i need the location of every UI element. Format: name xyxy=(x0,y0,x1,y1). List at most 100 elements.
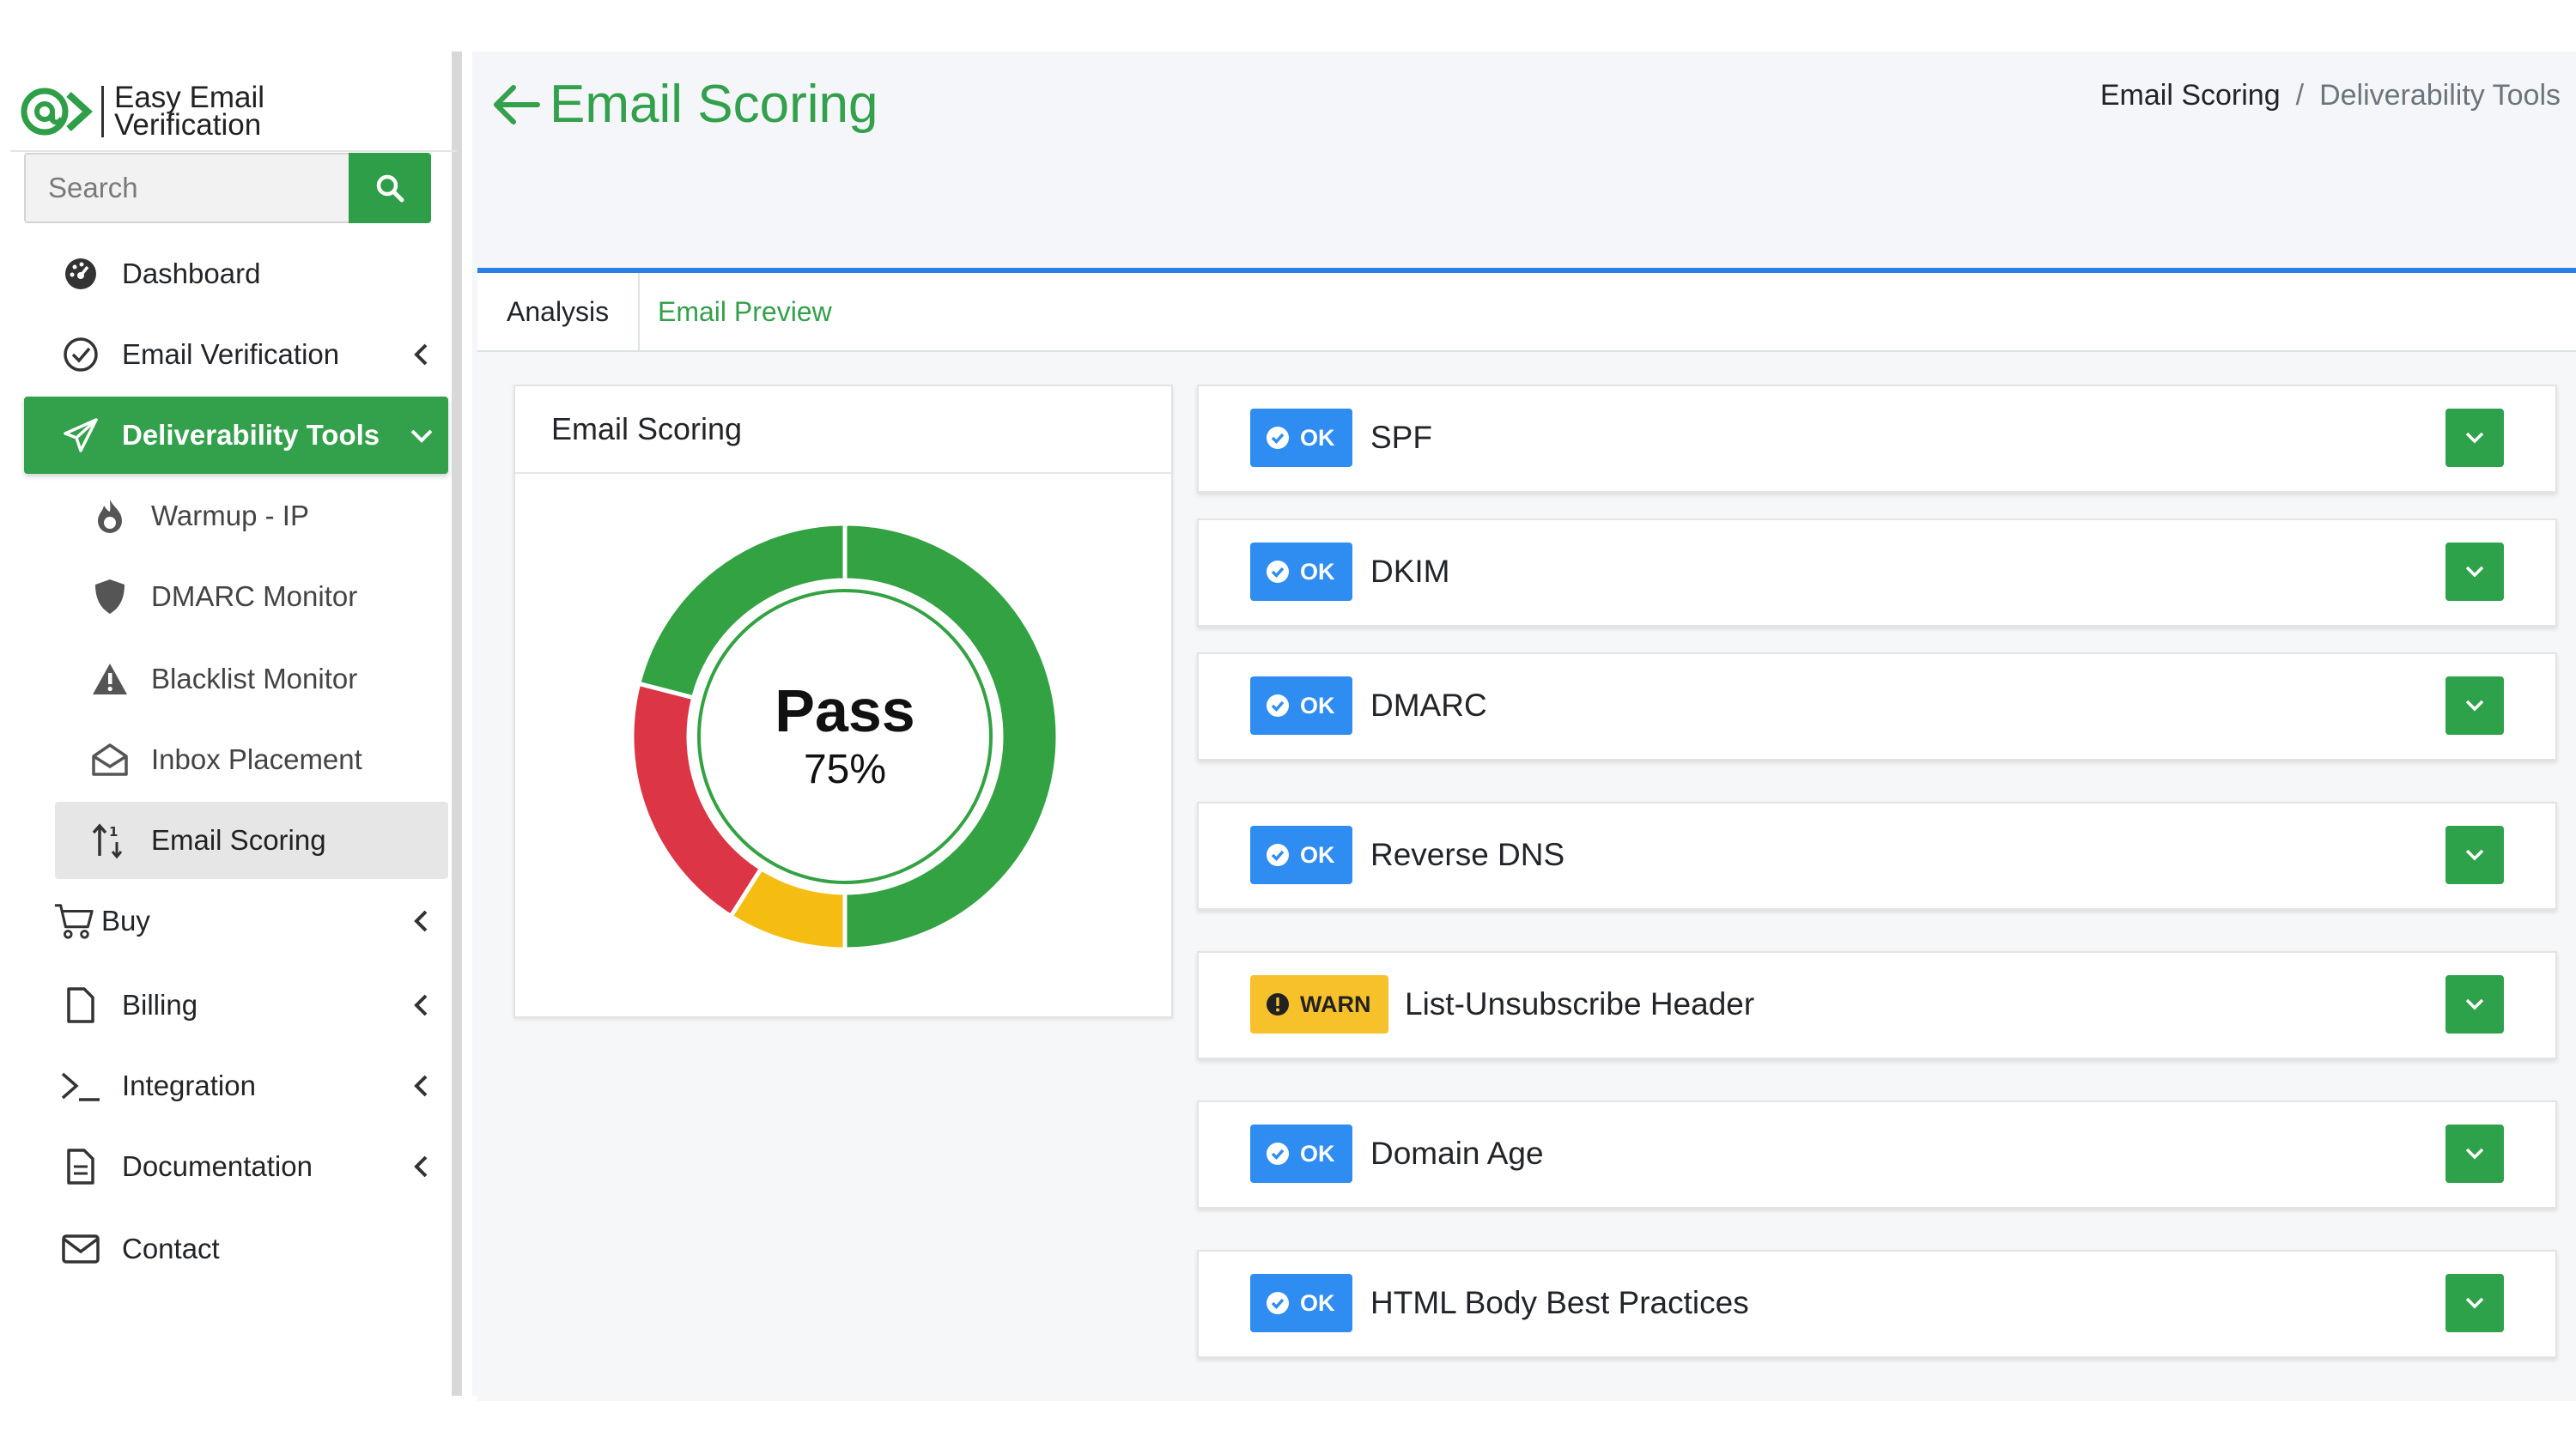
sidebar-item-label: Buy xyxy=(101,905,150,937)
status-badge: OK xyxy=(1250,409,1352,467)
envelope-open-icon xyxy=(89,739,131,780)
check-row-domain-age[interactable]: OK Domain Age xyxy=(1197,1100,2557,1209)
sidebar-item-documentation[interactable]: Documentation xyxy=(24,1128,448,1205)
document-icon xyxy=(60,1146,101,1187)
check-label: DKIM xyxy=(1370,554,1450,589)
breadcrumb-item[interactable]: Email Scoring xyxy=(2100,79,2281,112)
check-circle-icon xyxy=(1267,694,1289,717)
expand-button[interactable] xyxy=(2445,676,2504,735)
file-icon xyxy=(60,985,101,1026)
sidebar-item-buy[interactable]: Buy xyxy=(24,882,448,960)
brand-name: Easy Email Verification xyxy=(114,82,264,142)
expand-button[interactable] xyxy=(2445,543,2504,601)
check-row-dmarc[interactable]: OK DMARC xyxy=(1197,652,2557,761)
status-text: OK xyxy=(1300,1140,1335,1167)
check-row-spf[interactable]: OK SPF xyxy=(1197,385,2557,493)
status-text: OK xyxy=(1300,424,1335,451)
check-label: List-Unsubscribe Header xyxy=(1405,986,1755,1022)
score-label: Pass 75% xyxy=(630,522,1060,951)
chevron-down-icon xyxy=(2465,566,2484,578)
expand-button[interactable] xyxy=(2445,1125,2504,1183)
sidebar-item-dmarc-monitor[interactable]: DMARC Monitor xyxy=(55,558,448,635)
score-percent: 75% xyxy=(803,747,887,792)
sidebar-item-inbox-placement[interactable]: Inbox Placement xyxy=(55,721,448,798)
search-input[interactable] xyxy=(24,153,349,223)
check-row-reverse-dns[interactable]: OK Reverse DNS xyxy=(1197,802,2557,910)
check-circle-icon xyxy=(1267,561,1289,583)
status-text: OK xyxy=(1300,558,1335,585)
status-badge: OK xyxy=(1250,543,1352,601)
sidebar-item-dashboard[interactable]: Dashboard xyxy=(24,235,448,312)
sidebar-item-email-scoring[interactable]: 1 Email Scoring xyxy=(55,802,448,879)
sidebar-item-label: Documentation xyxy=(122,1150,313,1182)
status-badge: OK xyxy=(1250,1274,1352,1332)
sidebar-item-warmup-ip[interactable]: Warmup - IP xyxy=(55,477,448,555)
check-row-dkim[interactable]: OK DKIM xyxy=(1197,518,2557,627)
score-card-title: Email Scoring xyxy=(515,386,1171,474)
expand-button[interactable] xyxy=(2445,409,2504,467)
check-label: Reverse DNS xyxy=(1370,837,1565,872)
brand-line-2: Verification xyxy=(114,108,262,142)
sidebar-item-billing[interactable]: Billing xyxy=(24,967,448,1044)
warning-triangle-icon xyxy=(89,658,131,700)
sidebar-item-label: Email Verification xyxy=(122,338,340,370)
expand-button[interactable] xyxy=(2445,975,2504,1034)
chevron-left-icon xyxy=(414,1155,428,1178)
chevron-down-icon xyxy=(2465,1297,2484,1309)
svg-text:1: 1 xyxy=(109,824,118,840)
sidebar-item-deliverability-tools[interactable]: Deliverability Tools xyxy=(24,397,448,474)
tab-bar: Analysis Email Preview xyxy=(477,273,2576,352)
expand-button[interactable] xyxy=(2445,826,2504,884)
shield-icon xyxy=(89,576,131,617)
status-badge: OK xyxy=(1250,676,1352,735)
sidebar-item-label: DMARC Monitor xyxy=(151,580,358,612)
exclamation-circle-icon xyxy=(1267,993,1289,1016)
sort-arrows-icon: 1 xyxy=(89,820,131,861)
fire-icon xyxy=(89,495,131,537)
search-button[interactable] xyxy=(349,153,431,223)
sidebar-item-email-verification[interactable]: Email Verification xyxy=(24,316,448,393)
sidebar-item-label: Dashboard xyxy=(122,258,261,289)
terminal-icon xyxy=(60,1065,101,1106)
sidebar: Easy Email Verification Dashboard Email … xyxy=(0,52,462,1396)
status-text: OK xyxy=(1300,841,1335,868)
sidebar-item-label: Integration xyxy=(122,1070,256,1101)
sidebar-item-label: Deliverability Tools xyxy=(122,419,380,451)
check-circle-icon xyxy=(60,334,101,375)
back-arrow-icon[interactable] xyxy=(489,79,541,130)
chevron-down-icon xyxy=(2465,700,2484,712)
sidebar-item-label: Email Scoring xyxy=(151,824,326,856)
chevron-down-icon xyxy=(2465,849,2484,861)
chevron-left-icon xyxy=(414,994,428,1016)
status-badge: WARN xyxy=(1250,975,1388,1034)
check-row-html-body[interactable]: OK HTML Body Best Practices xyxy=(1197,1250,2557,1358)
brand-logo[interactable]: Easy Email Verification xyxy=(19,69,264,155)
chevron-left-icon xyxy=(414,1075,428,1097)
tab-analysis[interactable]: Analysis xyxy=(477,273,641,350)
at-arrow-logo-icon xyxy=(19,84,93,139)
expand-button[interactable] xyxy=(2445,1274,2504,1332)
tab-email-preview[interactable]: Email Preview xyxy=(629,273,861,350)
sidebar-item-blacklist-monitor[interactable]: Blacklist Monitor xyxy=(55,640,448,718)
status-text: OK xyxy=(1300,692,1335,718)
chevron-down-icon xyxy=(2465,432,2484,444)
breadcrumb-separator: / xyxy=(2295,79,2305,112)
chevron-down-icon xyxy=(2465,998,2484,1010)
sidebar-item-label: Warmup - IP xyxy=(151,500,309,531)
check-row-list-unsubscribe[interactable]: WARN List-Unsubscribe Header xyxy=(1197,951,2557,1059)
sidebar-item-integration[interactable]: Integration xyxy=(24,1047,448,1125)
check-label: HTML Body Best Practices xyxy=(1370,1285,1749,1320)
score-result: Pass xyxy=(775,677,915,744)
analysis-card: Analysis Email Preview Email Scoring Pas… xyxy=(477,268,2576,1401)
sidebar-item-label: Blacklist Monitor xyxy=(151,663,358,694)
status-text: OK xyxy=(1300,1289,1335,1316)
sidebar-item-label: Contact xyxy=(122,1233,220,1264)
sidebar-item-label: Billing xyxy=(122,989,198,1021)
main-content: Email Scoring Email Scoring / Deliverabi… xyxy=(472,52,2576,1401)
sidebar-search xyxy=(24,153,431,223)
check-circle-icon xyxy=(1267,1143,1289,1165)
breadcrumb-item[interactable]: Deliverability Tools xyxy=(2319,79,2561,112)
check-circle-icon xyxy=(1267,844,1289,866)
sidebar-item-contact[interactable]: Contact xyxy=(24,1210,448,1288)
chevron-down-icon xyxy=(410,429,433,443)
